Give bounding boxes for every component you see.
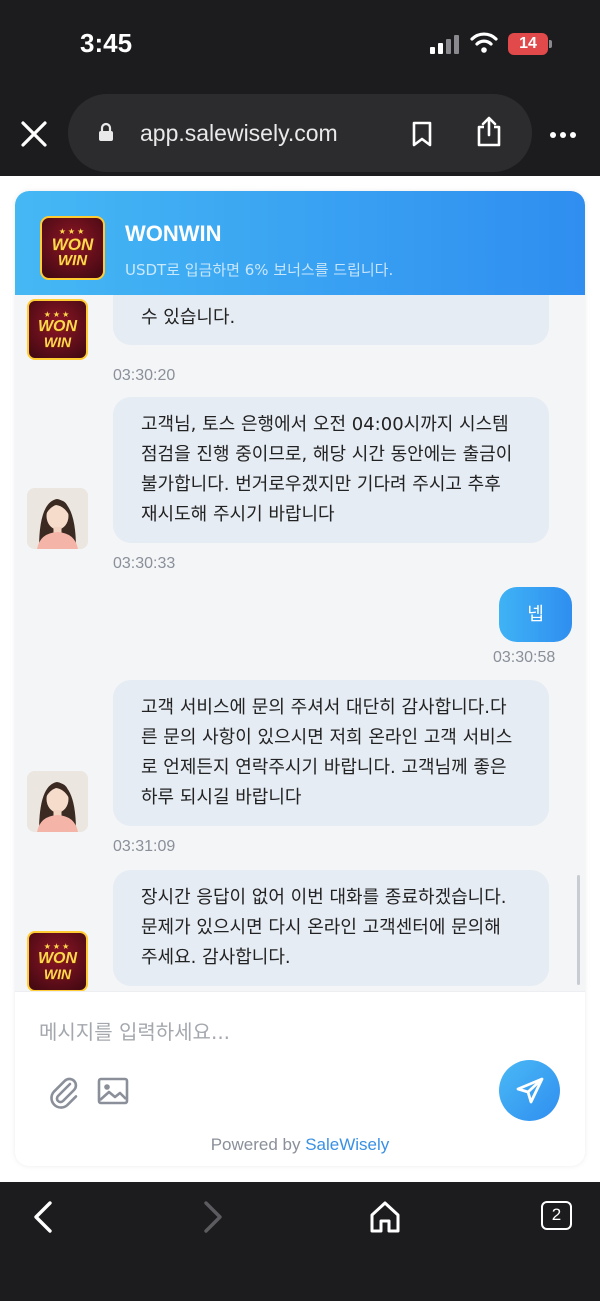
browser-toolbar: app.salewisely.com (0, 90, 600, 176)
battery-tip (549, 40, 552, 48)
status-time: 3:45 (80, 28, 133, 58)
agent-avatar (27, 488, 88, 549)
brand-logo: ★★★ WON WIN (40, 216, 105, 280)
message-list[interactable]: ★★★ WON WIN 시면 더 빠르게 상황을 파악하여 안내해 드릴 수 있… (15, 295, 585, 991)
home-icon[interactable] (368, 1200, 402, 1234)
brand-avatar: ★★★ WON WIN (27, 299, 88, 360)
cellular-signal-icon (430, 34, 462, 54)
tabs-button[interactable]: 2 (541, 1201, 572, 1230)
back-arrow-icon[interactable] (30, 1200, 56, 1234)
agent-avatar (27, 771, 88, 832)
message-input[interactable] (39, 1020, 539, 1044)
paperclip-icon[interactable] (49, 1076, 79, 1110)
message-time: 03:30:58 (493, 649, 556, 666)
chat-title: WONWIN (125, 221, 222, 246)
web-page: ★★★ WON WIN WONWIN USDT로 입금하면 6% 보너스를 드립… (0, 176, 600, 1182)
battery-indicator: 14 (508, 33, 548, 55)
message-time: 03:30:20 (113, 367, 176, 384)
message-bubble: 고객님, 토스 은행에서 오전 04:00시까지 시스템 점검을 진행 중이므로… (113, 397, 549, 543)
scrollbar-thumb[interactable] (577, 875, 580, 985)
message-time: 03:31:09 (113, 838, 176, 855)
wifi-icon (470, 32, 498, 53)
chat-subtitle: USDT로 입금하면 6% 보너스를 드립니다. (125, 261, 394, 279)
user-message-bubble: 넵 (499, 587, 572, 642)
lock-icon (99, 122, 113, 141)
forward-arrow-icon[interactable] (200, 1200, 226, 1234)
share-icon[interactable] (476, 116, 502, 148)
close-icon[interactable] (18, 118, 50, 150)
status-bar: 3:45 14 (0, 0, 600, 90)
image-icon[interactable] (97, 1076, 129, 1106)
browser-bottom-nav: 2 (0, 1182, 600, 1301)
address-bar[interactable]: app.salewisely.com (68, 94, 532, 172)
send-button[interactable] (499, 1060, 560, 1121)
salewisely-link[interactable]: SaleWisely (305, 1135, 389, 1154)
message-bubble: 시면 더 빠르게 상황을 파악하여 안내해 드릴 수 있습니다. (113, 295, 549, 345)
message-time: 03:30:33 (113, 555, 176, 572)
send-icon (516, 1077, 543, 1103)
more-options-icon[interactable] (550, 123, 580, 142)
chat-widget: ★★★ WON WIN WONWIN USDT로 입금하면 6% 보너스를 드립… (15, 191, 585, 1166)
message-bubble: 고객 서비스에 문의 주셔서 대단히 감사합니다.다른 문의 사항이 있으시면 … (113, 680, 549, 826)
message-bubble: 장시간 응답이 없어 이번 대화를 종료하겠습니다. 문제가 있으시면 다시 온… (113, 870, 549, 986)
bookmark-icon[interactable] (411, 120, 433, 148)
powered-by: Powered by SaleWisely (210, 1135, 390, 1154)
url-text: app.salewisely.com (140, 120, 338, 146)
message-composer: Powered by SaleWisely (15, 991, 585, 1166)
chat-header: ★★★ WON WIN WONWIN USDT로 입금하면 6% 보너스를 드립… (15, 191, 585, 295)
brand-avatar: ★★★ WON WIN (27, 931, 88, 991)
